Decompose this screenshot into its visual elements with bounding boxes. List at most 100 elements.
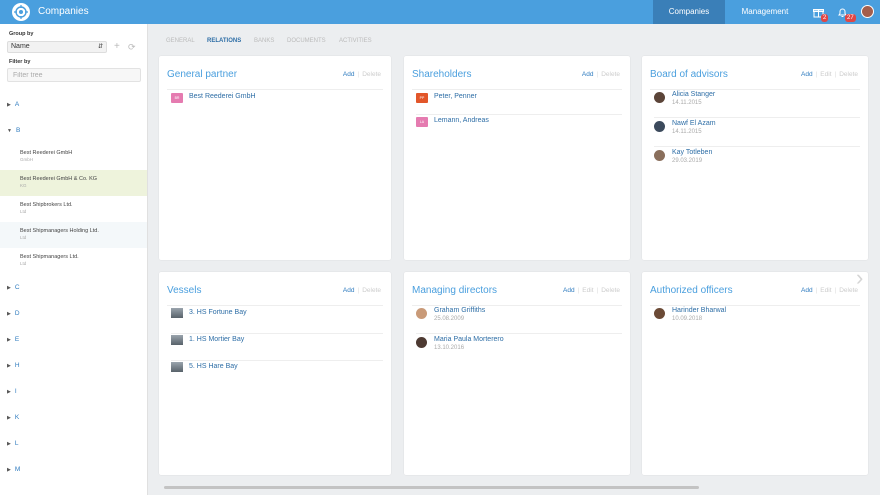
tree-company-item[interactable]: Best Shipbrokers Ltd. Ltd xyxy=(0,196,147,222)
add-button[interactable]: Add xyxy=(343,287,355,294)
delete-button[interactable]: Delete xyxy=(601,287,620,294)
tree-group-k[interactable]: ▶ K xyxy=(7,413,19,423)
edit-button[interactable]: Edit xyxy=(820,287,831,294)
delete-button[interactable]: Delete xyxy=(839,71,858,78)
tab-general[interactable]: GENERAL xyxy=(166,38,195,44)
list-item[interactable]: BR Best Reederei GmbH xyxy=(171,91,383,115)
group-by-label: Group by xyxy=(9,31,34,37)
expand-triangle-icon: ▶ xyxy=(7,363,11,369)
filter-by-label: Filter by xyxy=(9,59,31,65)
list-item[interactable]: Alicia Stanger 14.11.2015 xyxy=(654,89,860,118)
list-item[interactable]: Harinder Bharwal 10.09.2018 xyxy=(654,305,860,334)
add-button[interactable]: Add xyxy=(801,287,813,294)
group-by-value: Name xyxy=(11,43,30,50)
tab-activities[interactable]: ACTIVITIES xyxy=(339,38,372,44)
expand-triangle-icon: ▶ xyxy=(7,389,11,395)
shareholders-card: Shareholders Add | Delete PP Peter, Penner… xyxy=(404,56,630,260)
list-item[interactable]: Nawf El Azam 14.11.2015 xyxy=(654,118,860,147)
delete-button[interactable]: Delete xyxy=(601,71,620,78)
tab-documents[interactable]: DOCUMENTS xyxy=(287,38,326,44)
list-item[interactable]: Kay Totleben 29.03.2019 xyxy=(654,147,860,176)
tree-group-e[interactable]: ▶ E xyxy=(7,335,19,345)
notifications-button[interactable]: 27 xyxy=(830,0,856,24)
list-item[interactable]: Maria Paula Morterero 13.10.2016 xyxy=(416,334,622,363)
company-tag-icon: BR xyxy=(171,93,183,103)
add-button[interactable]: Add xyxy=(343,71,355,78)
add-button[interactable]: Add xyxy=(563,287,575,294)
card-title: Board of advisors xyxy=(650,69,728,80)
chevron-right-icon[interactable]: › xyxy=(856,267,863,289)
add-button[interactable]: Add xyxy=(801,71,813,78)
avatar xyxy=(654,121,665,132)
list-item[interactable]: 3. HS Fortune Bay xyxy=(171,307,383,334)
avatar xyxy=(416,337,427,348)
expand-triangle-icon: ▶ xyxy=(7,441,11,447)
delete-button[interactable]: Delete xyxy=(362,287,381,294)
card-title: Vessels xyxy=(167,285,202,296)
expand-triangle-icon: ▶ xyxy=(7,415,11,421)
filter-tree-input[interactable] xyxy=(7,68,141,82)
vessels-card: Vessels Add | Delete 3. HS Fortune Bay 1. … xyxy=(159,272,391,475)
sidebar: Group by Name ⇵ + ⟳ Filter by ▶A ▼B Best… xyxy=(0,24,148,495)
user-avatar[interactable] xyxy=(861,5,874,18)
managing-directors-card: Managing directors Add | Edit | Delete Graha… xyxy=(404,272,630,475)
tab-relations[interactable]: RELATIONS xyxy=(207,38,241,44)
list-item[interactable]: PP Peter, Penner xyxy=(416,91,622,115)
card-title: Managing directors xyxy=(412,285,498,296)
edit-button[interactable]: Edit xyxy=(820,71,831,78)
tree-group-l[interactable]: ▶ L xyxy=(7,439,18,449)
card-title: General partner xyxy=(167,69,238,80)
tree-group-b[interactable]: ▼ B xyxy=(7,126,20,136)
horizontal-scrollbar[interactable] xyxy=(164,486,699,489)
nav-tab-companies[interactable]: Companies xyxy=(653,0,725,24)
gift-button[interactable]: 2 xyxy=(806,0,830,24)
tree-company-item[interactable]: Best Shipmanagers Holding Ltd. Ltd xyxy=(0,222,147,248)
tree-group-d[interactable]: ▶ D xyxy=(7,309,20,319)
card-title: Authorized officers xyxy=(650,285,733,296)
vessel-thumbnail xyxy=(171,362,183,372)
avatar xyxy=(654,150,665,161)
expand-triangle-icon: ▶ xyxy=(7,102,11,108)
add-icon[interactable]: + xyxy=(114,42,120,52)
avatar xyxy=(654,92,665,103)
tab-banks[interactable]: BANKS xyxy=(254,38,274,44)
tree-group-m[interactable]: ▶ M xyxy=(7,465,20,475)
group-by-select[interactable]: Name ⇵ xyxy=(7,41,107,53)
authorized-officers-card: Authorized officers Add | Edit | Delete Hari… xyxy=(642,272,868,475)
tree-group-a[interactable]: ▶ A xyxy=(7,100,19,110)
delete-button[interactable]: Delete xyxy=(362,71,381,78)
expand-triangle-icon: ▶ xyxy=(7,311,11,317)
refresh-icon[interactable]: ⟳ xyxy=(128,42,136,52)
avatar xyxy=(416,308,427,319)
top-bar: Companies Companies Management 2 27 xyxy=(0,0,880,24)
app-logo-icon[interactable] xyxy=(12,3,30,21)
nav-tab-management[interactable]: Management xyxy=(725,0,805,24)
tree-group-i[interactable]: ▶ I xyxy=(7,387,17,397)
add-button[interactable]: Add xyxy=(582,71,594,78)
tree-group-c[interactable]: ▶ C xyxy=(7,283,20,293)
select-arrows-icon: ⇵ xyxy=(97,44,103,50)
app-title: Companies xyxy=(38,6,89,17)
list-item[interactable]: Graham Griffiths 25.08.2009 xyxy=(416,305,622,334)
vessel-thumbnail xyxy=(171,308,183,318)
person-tag-icon: LA xyxy=(416,117,428,127)
general-partner-card: General partner Add | Delete BR Best Reede… xyxy=(159,56,391,260)
tree-company-item[interactable]: Best Reederei GmbH GmbH xyxy=(0,144,147,170)
expand-triangle-icon: ▶ xyxy=(7,467,11,473)
list-item[interactable]: LA Lemann, Andreas xyxy=(416,115,622,139)
tree-group-h[interactable]: ▶ H xyxy=(7,361,20,371)
tree-company-item-selected[interactable]: Best Reederei GmbH & Co. KG KG xyxy=(0,170,147,196)
edit-button[interactable]: Edit xyxy=(582,287,593,294)
card-title: Shareholders xyxy=(412,69,472,80)
board-of-advisors-card: Board of advisors Add | Edit | Delete Alicia… xyxy=(642,56,868,260)
tree-company-item[interactable]: Best Shipmanagers Ltd. Ltd xyxy=(0,248,147,274)
notifications-badge: 27 xyxy=(845,14,856,22)
list-item[interactable]: 5. HS Hare Bay xyxy=(171,361,383,388)
expand-triangle-icon: ▶ xyxy=(7,285,11,291)
gift-badge: 2 xyxy=(821,14,829,22)
list-item[interactable]: 1. HS Mortier Bay xyxy=(171,334,383,361)
person-tag-icon: PP xyxy=(416,93,428,103)
collapse-triangle-icon: ▼ xyxy=(7,128,12,134)
vessel-thumbnail xyxy=(171,335,183,345)
avatar xyxy=(654,308,665,319)
